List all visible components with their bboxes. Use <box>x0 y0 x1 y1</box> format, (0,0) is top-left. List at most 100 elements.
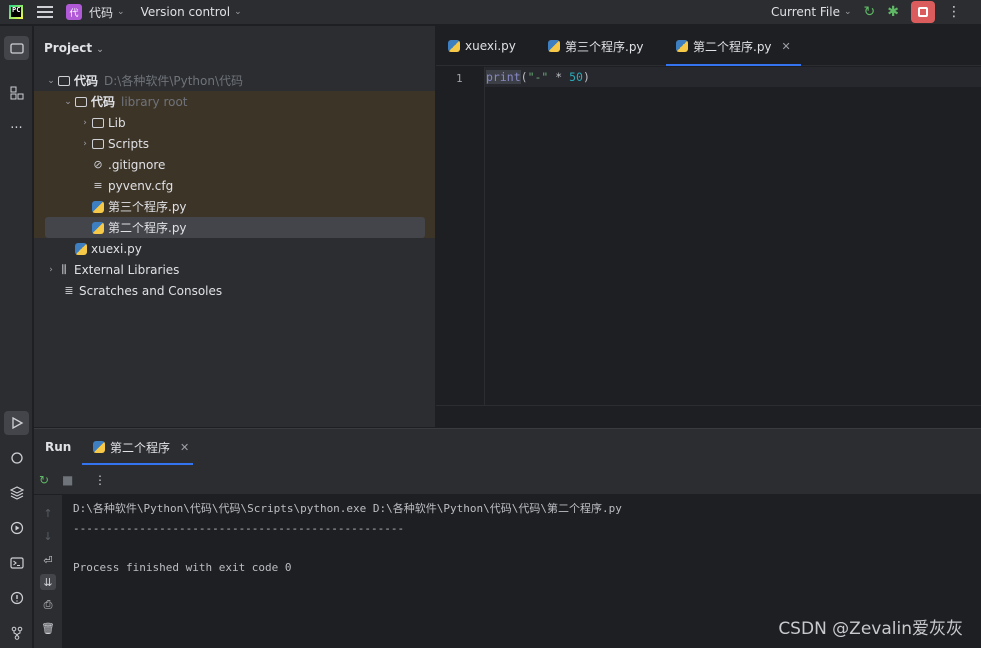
tree-item-xuexi[interactable]: xuexi.py <box>34 238 435 259</box>
terminal-icon <box>9 557 24 569</box>
editor-tabs: xuexi.py 第三个程序.py 第二个程序.py ✕ <box>436 26 981 66</box>
git-button[interactable] <box>4 621 29 645</box>
chevron-down-icon[interactable]: ⌄ <box>45 76 57 86</box>
close-icon[interactable]: ✕ <box>180 441 189 454</box>
tree-item-pyvenv[interactable]: ≡ pyvenv.cfg <box>34 175 435 196</box>
close-icon[interactable]: ✕ <box>782 40 791 53</box>
soft-wrap-icon[interactable]: ⏎ <box>40 552 56 568</box>
console-output[interactable]: D:\各种软件\Python\代码\代码\Scripts\python.exe … <box>73 499 622 577</box>
python-file-icon <box>448 40 460 52</box>
chevron-right-icon[interactable]: › <box>79 139 91 149</box>
console-line: Process finished with exit code 0 <box>73 560 292 574</box>
stop-icon[interactable]: ■ <box>62 473 73 487</box>
tree-item-gitignore[interactable]: ⊘ .gitignore <box>34 154 435 175</box>
python-packages-button[interactable] <box>4 481 29 505</box>
git-branch-icon <box>11 626 22 640</box>
tab-second-program[interactable]: 第二个程序.py ✕ <box>666 26 801 66</box>
services-icon <box>10 521 23 535</box>
ignore-icon: ⊘ <box>93 158 103 171</box>
chevron-down-icon[interactable]: ⌄ <box>62 97 74 107</box>
pycharm-logo-icon: PC <box>9 5 23 19</box>
structure-tool-button[interactable] <box>4 81 29 105</box>
stop-button[interactable] <box>911 1 935 23</box>
folder-icon <box>91 138 105 150</box>
folder-icon <box>57 75 71 87</box>
python-file-icon <box>91 200 105 213</box>
python-file-icon <box>91 221 105 234</box>
run-toolbar: ↻ ■ ⋮ <box>34 465 981 495</box>
tab-third-program[interactable]: 第三个程序.py <box>548 26 644 66</box>
watermark: CSDN @Zevalin爱灰灰 <box>778 619 963 639</box>
folder-icon <box>74 96 88 108</box>
run-panel-title: Run <box>45 440 72 454</box>
main-menu-icon[interactable] <box>37 6 53 18</box>
tab-xuexi[interactable]: xuexi.py <box>448 26 516 66</box>
more-tools-icon[interactable]: ··· <box>4 116 29 140</box>
tree-item-second-program[interactable]: 第二个程序.py <box>34 217 435 238</box>
tab-run-second-program[interactable]: 第二个程序 ✕ <box>82 429 193 465</box>
folder-icon <box>91 117 105 129</box>
library-icon: ⫼ <box>61 262 67 276</box>
more-options-icon[interactable]: ⋮ <box>94 473 106 487</box>
python-file-icon <box>548 40 560 52</box>
scroll-to-end-icon[interactable]: ⇊ <box>40 574 56 590</box>
services-button[interactable] <box>4 516 29 540</box>
console-line: ----------------------------------------… <box>73 521 405 535</box>
project-badge-icon[interactable]: 代 <box>66 4 82 20</box>
tree-item-root[interactable]: ⌄ 代码 D:\各种软件\Python\代码 <box>34 70 435 91</box>
editor-horizontal-scrollbar[interactable] <box>436 405 981 427</box>
project-tool-button[interactable] <box>4 36 29 60</box>
chevron-down-icon[interactable]: ⌄ <box>234 7 242 17</box>
title-bar: PC 代 代码 ⌄ Version control ⌄ Current File… <box>0 0 981 25</box>
console-line: D:\各种软件\Python\代码\代码\Scripts\python.exe … <box>73 502 622 515</box>
python-file-icon <box>74 242 88 255</box>
line-number: 1 <box>456 72 463 85</box>
chevron-down-icon[interactable]: ⌄ <box>117 7 125 17</box>
chevron-right-icon[interactable]: › <box>79 118 91 128</box>
editor-area: xuexi.py 第三个程序.py 第二个程序.py ✕ 1 print("-"… <box>436 26 981 427</box>
chevron-down-icon[interactable]: ⌄ <box>96 45 104 55</box>
arrow-up-icon[interactable]: ↑ <box>40 505 56 521</box>
terminal-button[interactable] <box>4 551 29 575</box>
project-name-dropdown[interactable]: 代码 <box>89 4 113 21</box>
run-side-toolbar: ↑ ↓ ⏎ ⇊ ⎙ 🗑 <box>34 495 62 648</box>
chevron-down-icon[interactable]: ⌄ <box>844 7 852 17</box>
code-line[interactable]: print("-" * 50) <box>486 70 590 84</box>
run-panel-header: Run 第二个程序 ✕ <box>34 429 981 465</box>
project-panel: Project ⌄ ⌄ 代码 D:\各种软件\Python\代码 ⌄ 代码 li… <box>34 26 435 427</box>
layers-icon <box>9 486 24 500</box>
tree-item-library-root[interactable]: ⌄ 代码 library root <box>34 91 435 112</box>
text-file-icon: ≡ <box>93 179 103 192</box>
run-tool-button[interactable] <box>4 411 29 435</box>
print-icon[interactable]: ⎙ <box>40 597 56 613</box>
tree-item-scripts[interactable]: › Scripts <box>34 133 435 154</box>
version-control-dropdown[interactable]: Version control <box>141 5 231 19</box>
rerun-icon[interactable]: ↻ <box>39 473 49 487</box>
console-line: ​ <box>73 538 622 558</box>
arrow-down-icon[interactable]: ↓ <box>40 528 56 544</box>
python-file-icon <box>93 441 105 453</box>
chevron-right-icon[interactable]: › <box>45 265 57 275</box>
tree-item-external-libraries[interactable]: › ⫼ External Libraries <box>34 259 435 280</box>
python-console-button[interactable] <box>4 446 29 470</box>
run-panel: Run 第二个程序 ✕ ↻ ■ ⋮ ↑ ↓ ⏎ ⇊ ⎙ 🗑 D:\各种软件\Py… <box>34 428 981 648</box>
tree-item-lib[interactable]: › Lib <box>34 112 435 133</box>
more-options-icon[interactable]: ⋮ <box>947 4 961 20</box>
project-panel-title[interactable]: Project ⌄ <box>44 41 104 55</box>
tree-item-scratches[interactable]: ≣ Scratches and Consoles <box>34 280 435 301</box>
problems-icon <box>10 591 23 605</box>
scratches-icon: ≣ <box>64 284 74 297</box>
run-icon <box>11 416 23 430</box>
rerun-icon[interactable]: ↻ <box>864 4 876 20</box>
stop-icon <box>918 7 928 17</box>
python-file-icon <box>676 40 688 52</box>
structure-icon <box>10 86 23 100</box>
folder-icon <box>9 43 24 54</box>
debug-icon[interactable]: ✱ <box>887 4 899 20</box>
run-config-dropdown[interactable]: Current File <box>771 5 840 19</box>
python-icon <box>10 452 23 464</box>
line-gutter: 1 <box>436 67 485 405</box>
trash-icon[interactable]: 🗑 <box>40 620 56 636</box>
tree-item-third-program[interactable]: 第三个程序.py <box>34 196 435 217</box>
problems-button[interactable] <box>4 586 29 610</box>
